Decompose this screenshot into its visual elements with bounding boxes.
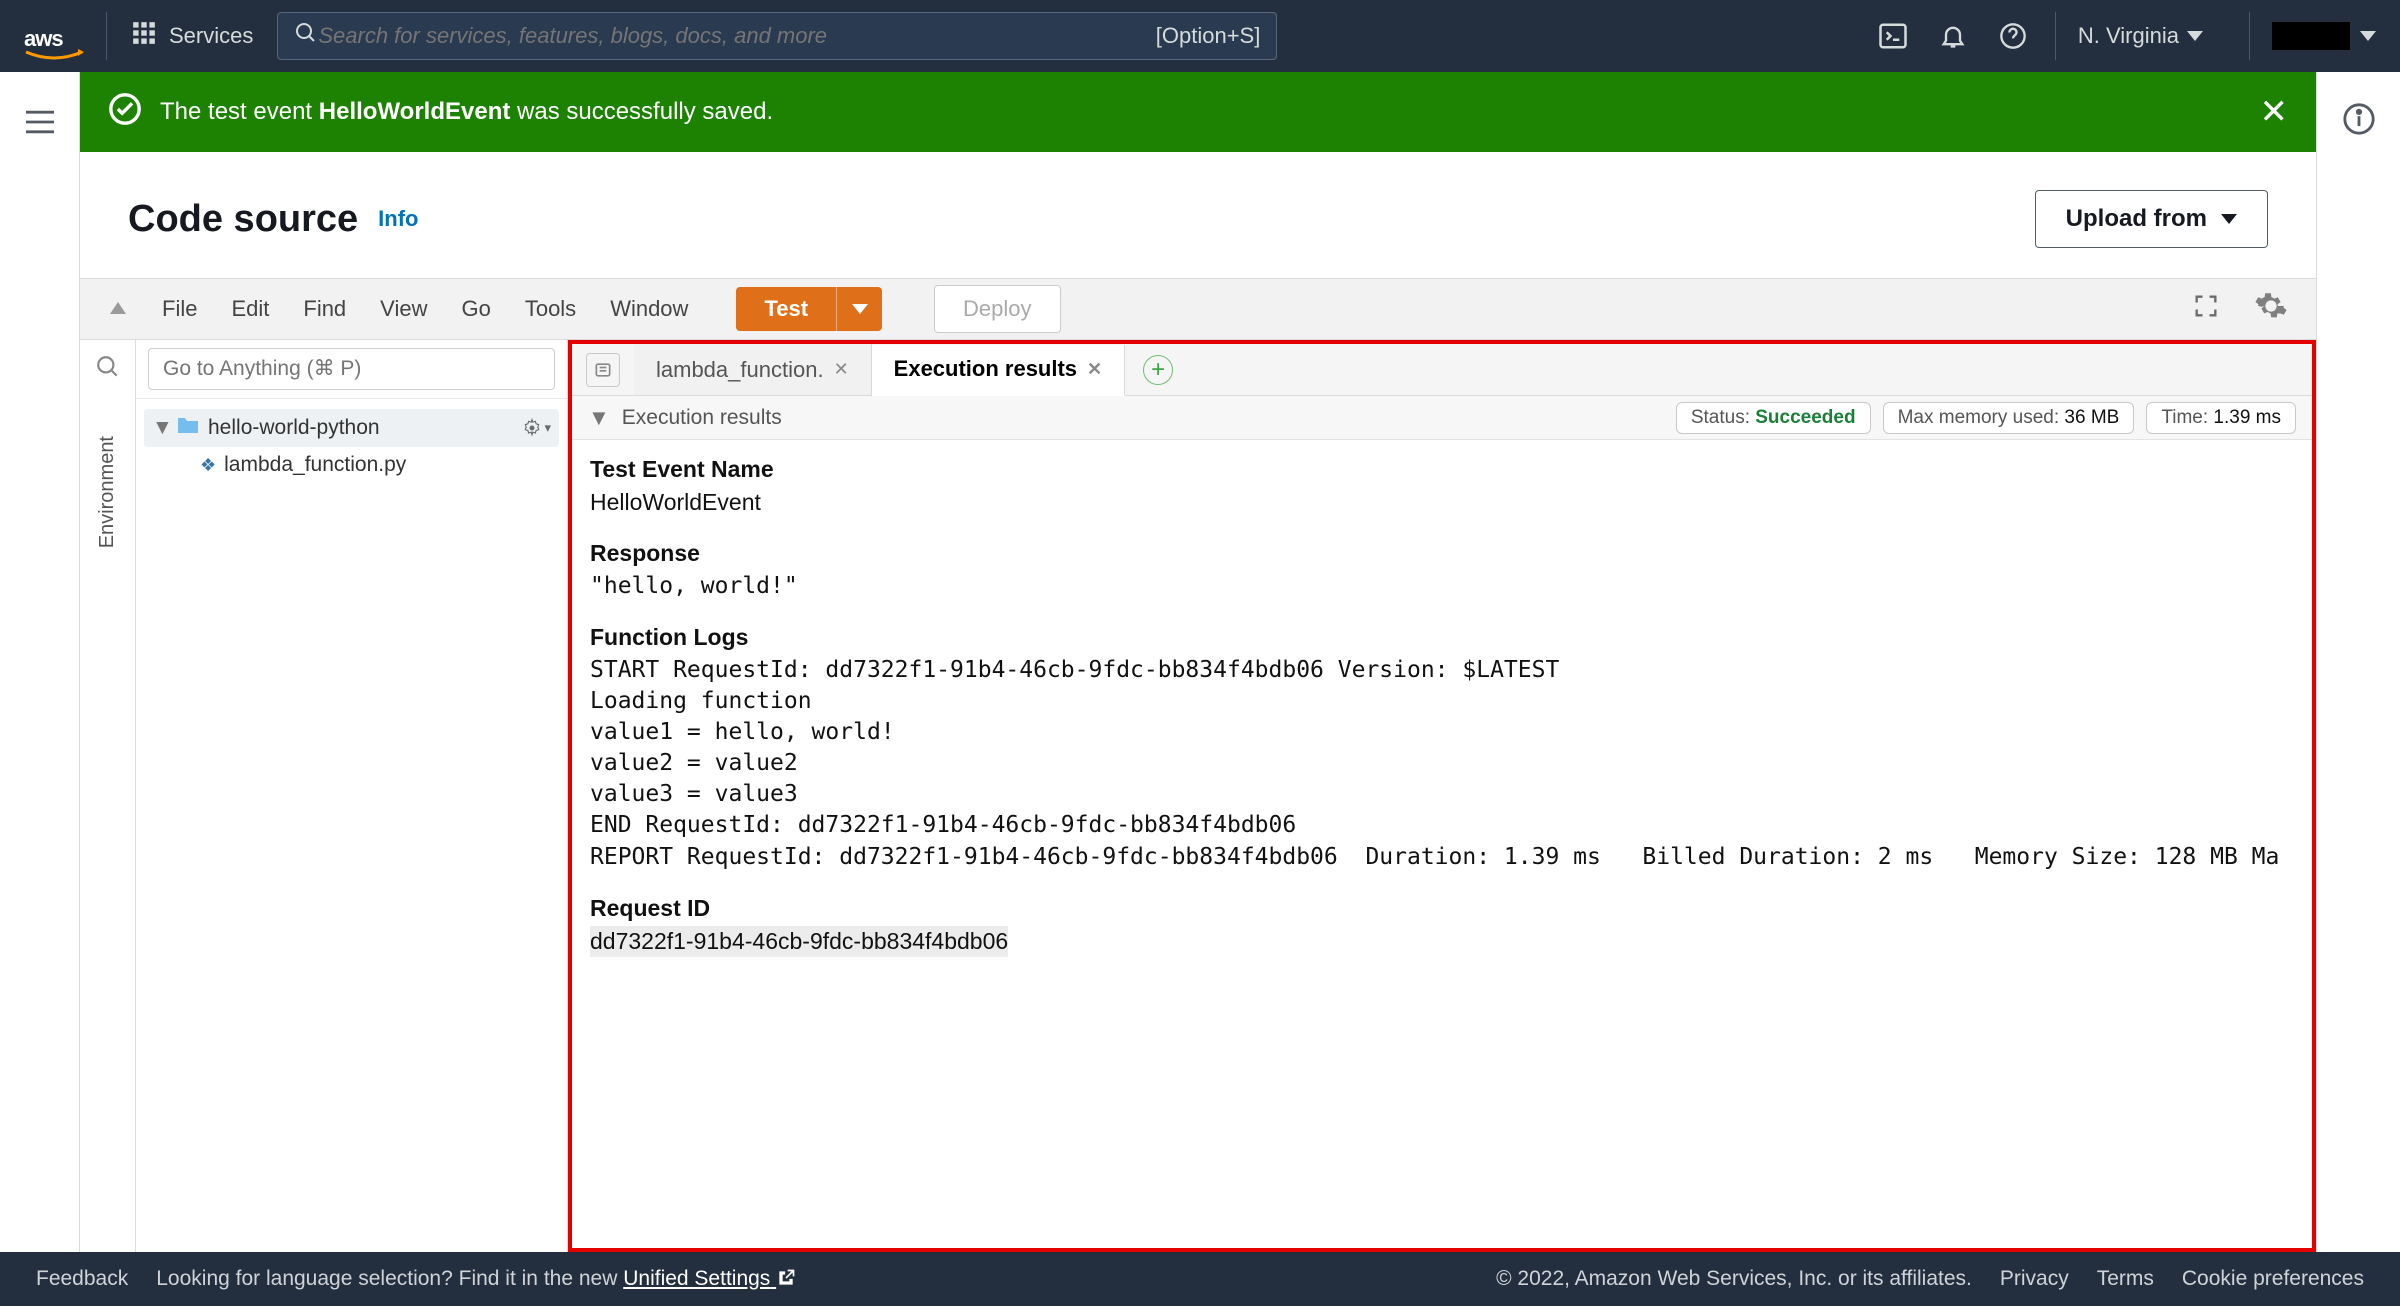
terms-link[interactable]: Terms (2097, 1267, 2154, 1291)
feedback-link[interactable]: Feedback (36, 1267, 128, 1291)
svg-text:aws: aws (24, 26, 63, 51)
file-explorer: ▼ hello-world-python ▾ ❖ lambda_function… (136, 340, 568, 1252)
section-heading: Request ID (590, 893, 2294, 924)
account-menu[interactable] (2249, 12, 2376, 60)
footer-copyright: © 2022, Amazon Web Services, Inc. or its… (1496, 1267, 1972, 1291)
close-icon[interactable]: ✕ (1087, 359, 1102, 380)
section-heading: Test Event Name (590, 454, 2294, 485)
results-status-bar: ▼ Execution results Status: Succeeded Ma… (572, 396, 2312, 440)
help-icon[interactable] (1995, 18, 2031, 54)
search-bar[interactable]: [Option+S] (277, 12, 1277, 60)
time-pill: Time: 1.39 ms (2146, 402, 2296, 434)
test-button[interactable]: Test (736, 287, 882, 331)
add-tab-icon[interactable]: + (1143, 355, 1173, 385)
menu-edit[interactable]: Edit (231, 296, 269, 322)
root-folder-name: hello-world-python (208, 416, 380, 440)
menu-go[interactable]: Go (461, 296, 490, 322)
upload-from-button[interactable]: Upload from (2035, 190, 2268, 248)
test-label: Test (736, 296, 836, 322)
menu-find[interactable]: Find (303, 296, 346, 322)
chevron-down-icon: ▼ (152, 416, 168, 440)
info-icon[interactable] (2342, 102, 2376, 142)
request-id-value: dd7322f1-91b4-46cb-9fdc-bb834f4bdb06 (590, 926, 2294, 958)
grid-icon (131, 20, 157, 52)
collapse-panel-icon[interactable] (108, 296, 128, 322)
page-header: Code source Info Upload from (80, 152, 2316, 278)
memory-pill: Max memory used: 36 MB (1883, 402, 2135, 434)
unified-settings-link[interactable]: Unified Settings (623, 1267, 796, 1290)
file-name: lambda_function.py (224, 453, 406, 477)
goto-search-icon[interactable] (95, 354, 121, 386)
close-icon[interactable]: ✕ (834, 359, 849, 380)
python-file-icon: ❖ (200, 455, 216, 476)
notifications-icon[interactable] (1935, 18, 1971, 54)
menu-window[interactable]: Window (610, 296, 688, 322)
hamburger-icon[interactable] (23, 108, 57, 142)
success-banner: The test event HelloWorldEvent was succe… (80, 72, 2316, 152)
search-icon (294, 21, 318, 51)
menu-tools[interactable]: Tools (525, 296, 576, 322)
close-icon[interactable]: ✕ (2260, 95, 2289, 129)
editor-tabs: lambda_function. ✕ Execution results ✕ + (572, 344, 2312, 396)
tab-lambda-function[interactable]: lambda_function. ✕ (634, 344, 872, 395)
tab-label: Execution results (894, 356, 1077, 382)
execution-results-body: Test Event Name HelloWorldEvent Response… (572, 440, 2312, 1248)
search-shortcut: [Option+S] (1156, 23, 1261, 49)
cookie-prefs-link[interactable]: Cookie preferences (2182, 1267, 2364, 1291)
privacy-link[interactable]: Privacy (2000, 1267, 2069, 1291)
response-value: "hello, world!" (590, 571, 2294, 602)
aws-logo[interactable]: aws (24, 12, 107, 60)
ide-side-rail: Environment (80, 340, 136, 1252)
chevron-down-icon (2187, 31, 2203, 41)
goto-input[interactable] (148, 348, 555, 390)
gear-icon[interactable] (2254, 289, 2288, 329)
test-event-name-value: HelloWorldEvent (590, 487, 2294, 518)
status-pill: Status: Succeeded (1676, 402, 1871, 434)
section-heading: Response (590, 538, 2294, 569)
account-name-redacted (2272, 22, 2350, 50)
test-dropdown[interactable] (836, 287, 882, 331)
info-link[interactable]: Info (378, 206, 418, 232)
tree-file[interactable]: ❖ lambda_function.py (144, 447, 559, 483)
menu-file[interactable]: File (162, 296, 197, 322)
environment-tab[interactable]: Environment (96, 436, 119, 548)
region-selector[interactable]: N. Virginia (2055, 12, 2225, 60)
tab-label: lambda_function. (656, 357, 824, 383)
banner-text: The test event HelloWorldEvent was succe… (160, 98, 773, 126)
chevron-down-icon (2221, 214, 2237, 224)
upload-label: Upload from (2066, 205, 2207, 233)
services-label: Services (169, 23, 253, 49)
footer-bar: Feedback Looking for language selection?… (0, 1252, 2400, 1306)
editor-panel-highlighted: lambda_function. ✕ Execution results ✕ +… (568, 340, 2316, 1252)
collapse-icon[interactable]: ▼ (588, 405, 610, 431)
chevron-down-icon (2360, 31, 2376, 41)
ide-menubar: File Edit Find View Go Tools Window Test… (80, 278, 2316, 340)
left-panel-rail (0, 72, 80, 1252)
success-check-icon (108, 92, 142, 132)
top-nav: aws Services [Option+S] N. Virginia (0, 0, 2400, 72)
fullscreen-icon[interactable] (2192, 292, 2220, 326)
chevron-down-icon (852, 304, 868, 314)
menu-view[interactable]: View (380, 296, 427, 322)
page-title: Code source (128, 198, 358, 241)
footer-lang-text: Looking for language selection? Find it … (156, 1267, 796, 1291)
function-logs: START RequestId: dd7322f1-91b4-46cb-9fdc… (590, 655, 2294, 872)
deploy-button[interactable]: Deploy (934, 285, 1060, 333)
results-title: Execution results (622, 406, 782, 430)
region-label: N. Virginia (2078, 23, 2179, 49)
tab-history-icon[interactable] (586, 353, 620, 387)
folder-icon (176, 415, 200, 441)
section-heading: Function Logs (590, 622, 2294, 653)
services-button[interactable]: Services (131, 20, 253, 52)
folder-settings-icon[interactable]: ▾ (522, 418, 551, 438)
search-input[interactable] (318, 23, 1155, 49)
right-panel-rail (2316, 72, 2400, 1252)
tab-execution-results[interactable]: Execution results ✕ (872, 345, 1125, 396)
tree-root[interactable]: ▼ hello-world-python ▾ (144, 409, 559, 447)
cloudshell-icon[interactable] (1875, 18, 1911, 54)
